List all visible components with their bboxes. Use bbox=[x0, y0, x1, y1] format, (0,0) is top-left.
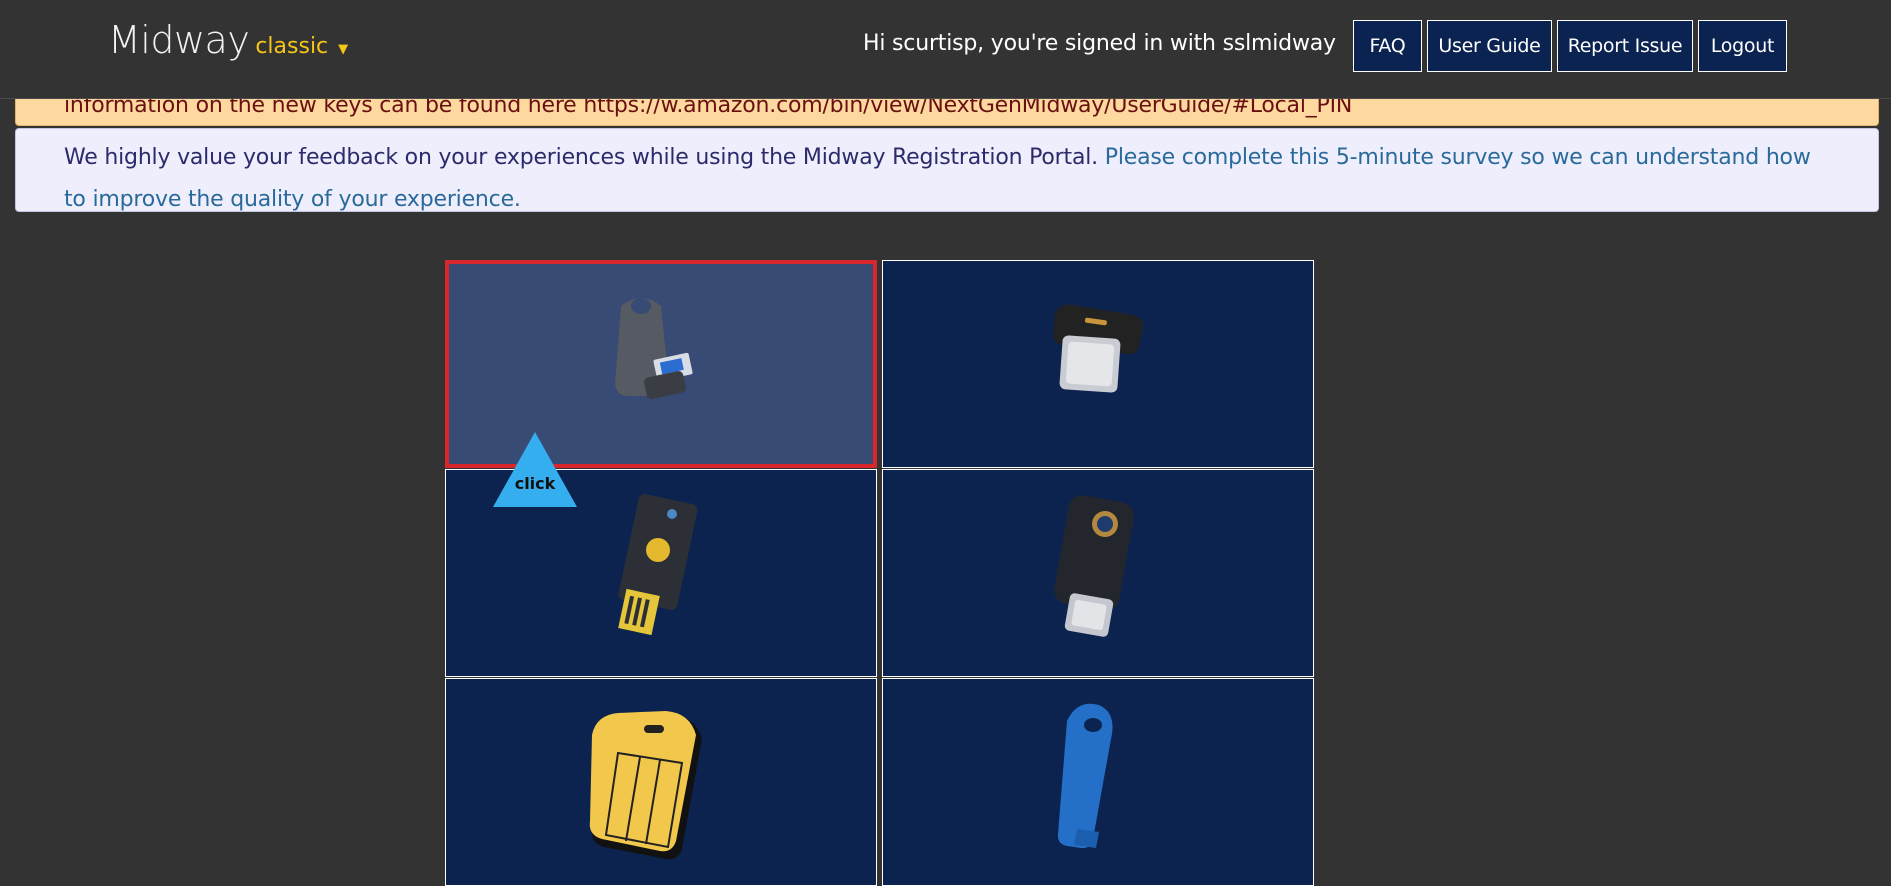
report-issue-button[interactable]: Report Issue bbox=[1557, 20, 1693, 72]
feedback-message: We highly value your feedback on your ex… bbox=[64, 145, 1098, 170]
logout-button[interactable]: Logout bbox=[1698, 20, 1787, 72]
blue-usb-key-icon bbox=[1057, 703, 1113, 849]
security-key-grid bbox=[445, 260, 1315, 886]
usb-c-nano-key-icon bbox=[1053, 304, 1144, 393]
key-option-security-card[interactable] bbox=[445, 678, 877, 886]
usb-c-yubico-key-icon bbox=[1054, 495, 1134, 637]
brand-logo[interactable]: Midway classic ▼ bbox=[108, 18, 348, 62]
click-marker: click bbox=[493, 432, 577, 507]
key-option-usb-c-nano[interactable] bbox=[882, 260, 1314, 468]
top-header: Midway classic ▼ Hi scurtisp, you're sig… bbox=[0, 0, 1891, 99]
click-label: click bbox=[514, 474, 556, 493]
signed-in-greeting: Hi scurtisp, you're signed in with sslmi… bbox=[863, 31, 1336, 56]
key-option-usb-c-yubico[interactable] bbox=[882, 469, 1314, 677]
brand-title: Midway bbox=[108, 18, 250, 62]
caret-down-icon[interactable]: ▼ bbox=[338, 42, 348, 57]
faq-button[interactable]: FAQ bbox=[1353, 20, 1422, 72]
feedback-banner: We highly value your feedback on your ex… bbox=[15, 128, 1879, 212]
key-option-blue-usb[interactable] bbox=[882, 678, 1314, 886]
brand-classic-label[interactable]: classic bbox=[255, 34, 328, 59]
yellow-security-card-icon bbox=[589, 711, 702, 860]
triangle-icon bbox=[493, 432, 577, 507]
feedback-text: We highly value your feedback on your ex… bbox=[64, 137, 1824, 221]
user-guide-button[interactable]: User Guide bbox=[1427, 20, 1552, 72]
